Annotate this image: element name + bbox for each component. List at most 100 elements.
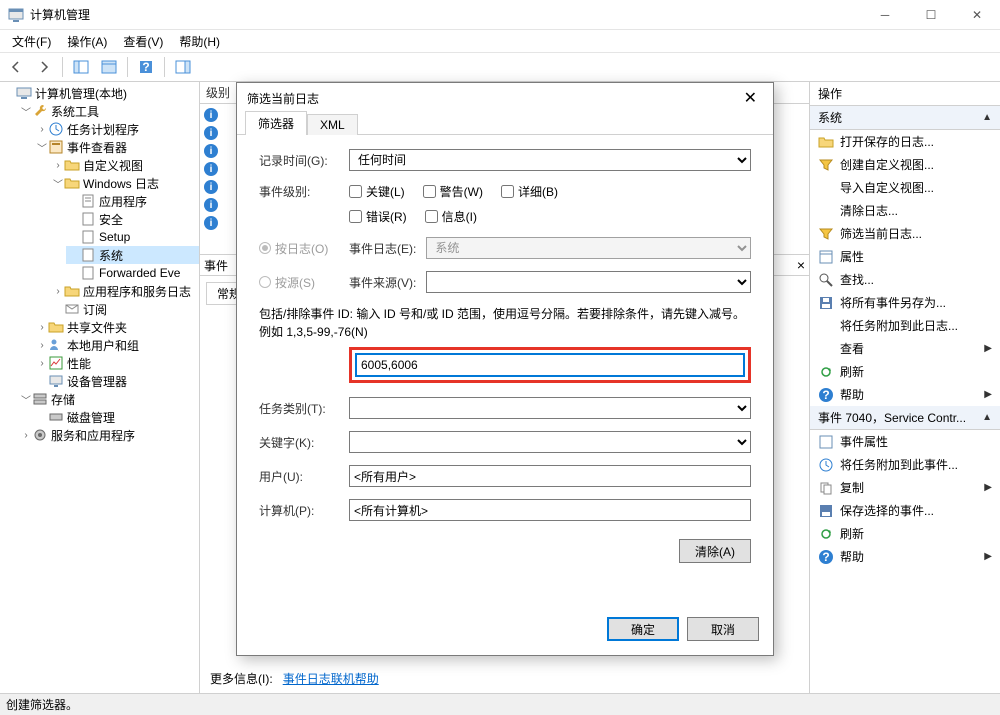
- eventsource-select[interactable]: [426, 271, 751, 293]
- chk-verbose[interactable]: 详细(B): [501, 183, 558, 200]
- tree-device-manager[interactable]: 设备管理器: [34, 372, 199, 390]
- col-level[interactable]: 级别: [200, 82, 240, 103]
- action-help[interactable]: ?帮助▶: [810, 383, 1000, 406]
- action-find[interactable]: 查找...: [810, 268, 1000, 291]
- info-icon: i: [204, 198, 218, 212]
- action-attach-task-event[interactable]: 将任务附加到此事件...: [810, 453, 1000, 476]
- properties-button[interactable]: [97, 55, 121, 79]
- action-refresh-event[interactable]: 刷新: [810, 522, 1000, 545]
- save-icon: [818, 295, 834, 311]
- action-save-all-events[interactable]: 将所有事件另存为...: [810, 291, 1000, 314]
- action-help-event[interactable]: ?帮助▶: [810, 545, 1000, 568]
- attach-icon: [818, 457, 834, 473]
- action-create-custom-view[interactable]: 创建自定义视图...: [810, 153, 1000, 176]
- action-attach-task[interactable]: 将任务附加到此日志...: [810, 314, 1000, 337]
- action-view-submenu[interactable]: 查看▶: [810, 337, 1000, 360]
- chk-error[interactable]: 错误(R): [349, 208, 407, 225]
- menu-help[interactable]: 帮助(H): [171, 31, 228, 52]
- info-icon: i: [204, 108, 218, 122]
- tree-event-viewer[interactable]: ﹀事件查看器: [34, 138, 199, 156]
- tree-custom-views[interactable]: ›自定义视图: [50, 156, 199, 174]
- tree-task-scheduler[interactable]: ›任务计划程序: [34, 120, 199, 138]
- dialog-button-row: 确定 取消: [237, 607, 773, 655]
- tree-disk-management[interactable]: 磁盘管理: [34, 408, 199, 426]
- actions-group-event[interactable]: 事件 7040，Service Contr... ▲: [810, 406, 1000, 430]
- computer-input[interactable]: [349, 499, 751, 521]
- dialog-titlebar: 筛选当前日志 ✕: [237, 83, 773, 113]
- action-properties[interactable]: 属性: [810, 245, 1000, 268]
- tree-system-tools[interactable]: ﹀ 系统工具: [18, 102, 199, 120]
- menu-view[interactable]: 查看(V): [115, 31, 171, 52]
- logged-label: 记录时间(G):: [259, 152, 339, 169]
- actions-group-system[interactable]: 系统 ▲: [810, 106, 1000, 130]
- shared-folder-icon: [48, 319, 64, 335]
- user-input[interactable]: [349, 465, 751, 487]
- cancel-button[interactable]: 取消: [687, 617, 759, 641]
- app-icon: [8, 7, 24, 23]
- services-icon: [32, 427, 48, 443]
- action-filter-current-log[interactable]: 筛选当前日志...: [810, 222, 1000, 245]
- tree-local-users[interactable]: ›本地用户和组: [34, 336, 199, 354]
- svg-text:?: ?: [142, 60, 149, 74]
- forward-button[interactable]: [32, 55, 56, 79]
- online-help-link[interactable]: 事件日志联机帮助: [283, 672, 379, 686]
- tree-root[interactable]: ▾ 计算机管理(本地): [2, 84, 199, 102]
- action-open-saved-log[interactable]: 打开保存的日志...: [810, 130, 1000, 153]
- tree-services-apps[interactable]: ›服务和应用程序: [18, 426, 199, 444]
- actions-pane: 操作 系统 ▲ 打开保存的日志... 创建自定义视图... 导入自定义视图...…: [810, 82, 1000, 693]
- tree-storage[interactable]: ﹀存储: [18, 390, 199, 408]
- ok-button[interactable]: 确定: [607, 617, 679, 641]
- tree-system-log[interactable]: 系统: [66, 246, 199, 264]
- tree-performance[interactable]: ›性能: [34, 354, 199, 372]
- close-button[interactable]: ✕: [954, 0, 1000, 30]
- tree-pane[interactable]: ▾ 计算机管理(本地) ﹀ 系统工具 ›任务计划程序: [0, 82, 200, 693]
- event-id-input[interactable]: [356, 354, 744, 376]
- close-detail-button[interactable]: ×: [797, 257, 805, 273]
- tab-filter[interactable]: 筛选器: [245, 111, 307, 135]
- tree-security-log[interactable]: 安全: [66, 210, 199, 228]
- action-import-custom-view[interactable]: 导入自定义视图...: [810, 176, 1000, 199]
- computer-label: 计算机(P):: [259, 502, 339, 519]
- dialog-close-button[interactable]: ✕: [738, 86, 763, 110]
- action-clear-log[interactable]: 清除日志...: [810, 199, 1000, 222]
- action-save-selected[interactable]: 保存选择的事件...: [810, 499, 1000, 522]
- logged-select[interactable]: 任何时间: [349, 149, 751, 171]
- actions-pane-title: 操作: [810, 82, 1000, 106]
- folder-icon: [64, 175, 80, 191]
- menu-file[interactable]: 文件(F): [4, 31, 59, 52]
- eventsource-label: 事件来源(V):: [349, 274, 416, 291]
- help-toolbar-button[interactable]: ?: [134, 55, 158, 79]
- task-label: 任务类别(T):: [259, 400, 339, 417]
- keywords-select[interactable]: [349, 431, 751, 453]
- chk-info[interactable]: 信息(I): [425, 208, 477, 225]
- tree-forwarded-log[interactable]: Forwarded Eve: [66, 264, 199, 282]
- tree-app-log[interactable]: 应用程序: [66, 192, 199, 210]
- tree-shared-folders[interactable]: ›共享文件夹: [34, 318, 199, 336]
- tab-xml[interactable]: XML: [307, 114, 358, 135]
- maximize-button[interactable]: ☐: [908, 0, 954, 30]
- minimize-button[interactable]: ─: [862, 0, 908, 30]
- dialog-tabs: 筛选器 XML: [237, 113, 773, 135]
- action-pane-button[interactable]: [171, 55, 195, 79]
- tree-subscriptions[interactable]: 订阅: [50, 300, 199, 318]
- chk-critical[interactable]: 关键(L): [349, 183, 405, 200]
- tree-windows-logs[interactable]: ﹀Windows 日志: [50, 174, 199, 192]
- clock-icon: [48, 121, 64, 137]
- tree-apps-services-logs[interactable]: ›应用程序和服务日志: [50, 282, 199, 300]
- menu-action[interactable]: 操作(A): [59, 31, 115, 52]
- show-hide-tree-button[interactable]: [69, 55, 93, 79]
- filter-dialog: 筛选当前日志 ✕ 筛选器 XML 记录时间(G): 任何时间 事件级别: 关键(…: [236, 82, 774, 656]
- chk-warning[interactable]: 警告(W): [423, 183, 483, 200]
- chevron-right-icon: ▶: [984, 343, 992, 354]
- computer-icon: [16, 85, 32, 101]
- action-copy[interactable]: 复制▶: [810, 476, 1000, 499]
- clear-button[interactable]: 清除(A): [679, 539, 751, 563]
- action-refresh[interactable]: 刷新: [810, 360, 1000, 383]
- action-event-properties[interactable]: 事件属性: [810, 430, 1000, 453]
- task-select[interactable]: [349, 397, 751, 419]
- back-button[interactable]: [4, 55, 28, 79]
- refresh-icon: [818, 526, 834, 542]
- refresh-icon: [818, 364, 834, 380]
- tree-setup-log[interactable]: Setup: [66, 228, 199, 246]
- performance-icon: [48, 355, 64, 371]
